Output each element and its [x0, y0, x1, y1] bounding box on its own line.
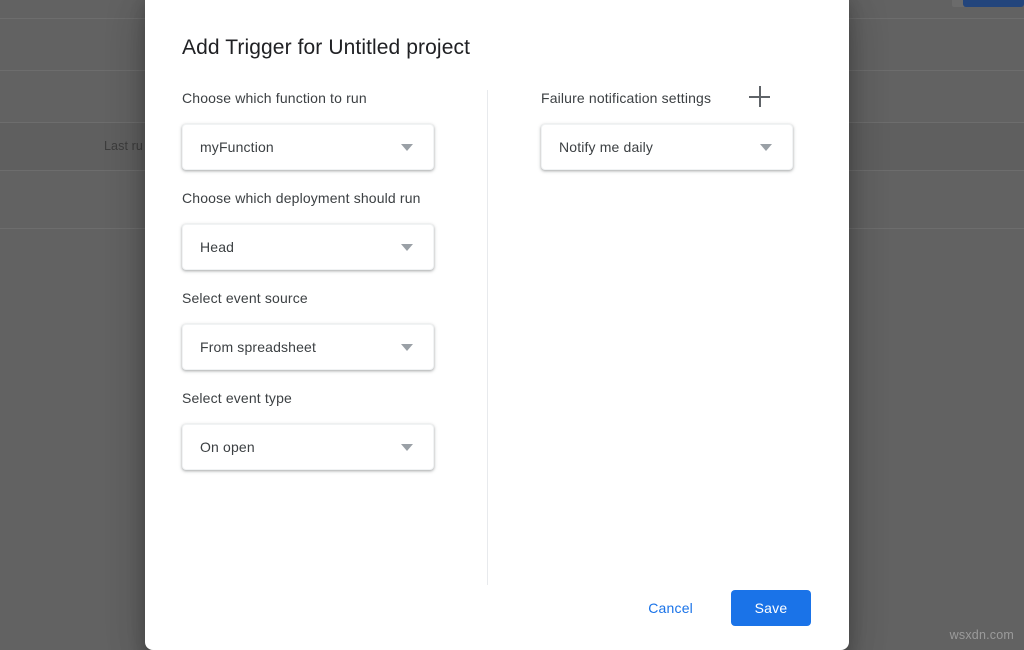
select-event-type-value: On open [200, 425, 255, 469]
select-notification-frequency[interactable]: Notify me daily [541, 124, 793, 170]
chevron-down-icon [401, 444, 413, 451]
field-label-function-to-run: Choose which function to run [182, 88, 487, 108]
column-divider [487, 90, 488, 585]
chevron-down-icon [401, 144, 413, 151]
trigger-settings-column: Choose which function to run myFunction … [182, 88, 487, 488]
dialog-footer: Cancel Save [634, 590, 811, 626]
chevron-down-icon [401, 244, 413, 251]
field-event-source: Select event source From spreadsheet [182, 288, 487, 370]
failure-notification-header: Failure notification settings [541, 88, 811, 108]
select-deployment[interactable]: Head [182, 224, 434, 270]
chevron-down-icon [760, 144, 772, 151]
field-function-to-run: Choose which function to run myFunction [182, 88, 487, 170]
dialog-body: Choose which function to run myFunction … [145, 88, 849, 583]
select-event-source-value: From spreadsheet [200, 325, 316, 369]
plus-icon[interactable] [749, 86, 771, 108]
dialog-title: Add Trigger for Untitled project [182, 36, 470, 60]
add-trigger-dialog: Add Trigger for Untitled project Choose … [145, 0, 849, 650]
field-event-type: Select event type On open [182, 388, 487, 470]
chevron-down-icon [401, 344, 413, 351]
select-event-source[interactable]: From spreadsheet [182, 324, 434, 370]
save-button[interactable]: Save [731, 590, 811, 626]
select-deployment-value: Head [200, 225, 234, 269]
cancel-button[interactable]: Cancel [634, 590, 707, 626]
failure-notification-column: Failure notification settings Notify me … [541, 88, 811, 170]
select-function-to-run-value: myFunction [200, 125, 274, 169]
select-notification-frequency-value: Notify me daily [559, 125, 653, 169]
background-column-header-last-run: Last ru [104, 139, 143, 153]
field-label-deployment: Choose which deployment should run [182, 188, 487, 208]
watermark: wsxdn.com [950, 628, 1014, 642]
field-label-event-type: Select event type [182, 388, 487, 408]
field-label-failure-notification: Failure notification settings [541, 88, 711, 108]
background-primary-button [963, 0, 1024, 7]
field-label-event-source: Select event source [182, 288, 487, 308]
field-deployment: Choose which deployment should run Head [182, 188, 487, 270]
select-event-type[interactable]: On open [182, 424, 434, 470]
select-function-to-run[interactable]: myFunction [182, 124, 434, 170]
